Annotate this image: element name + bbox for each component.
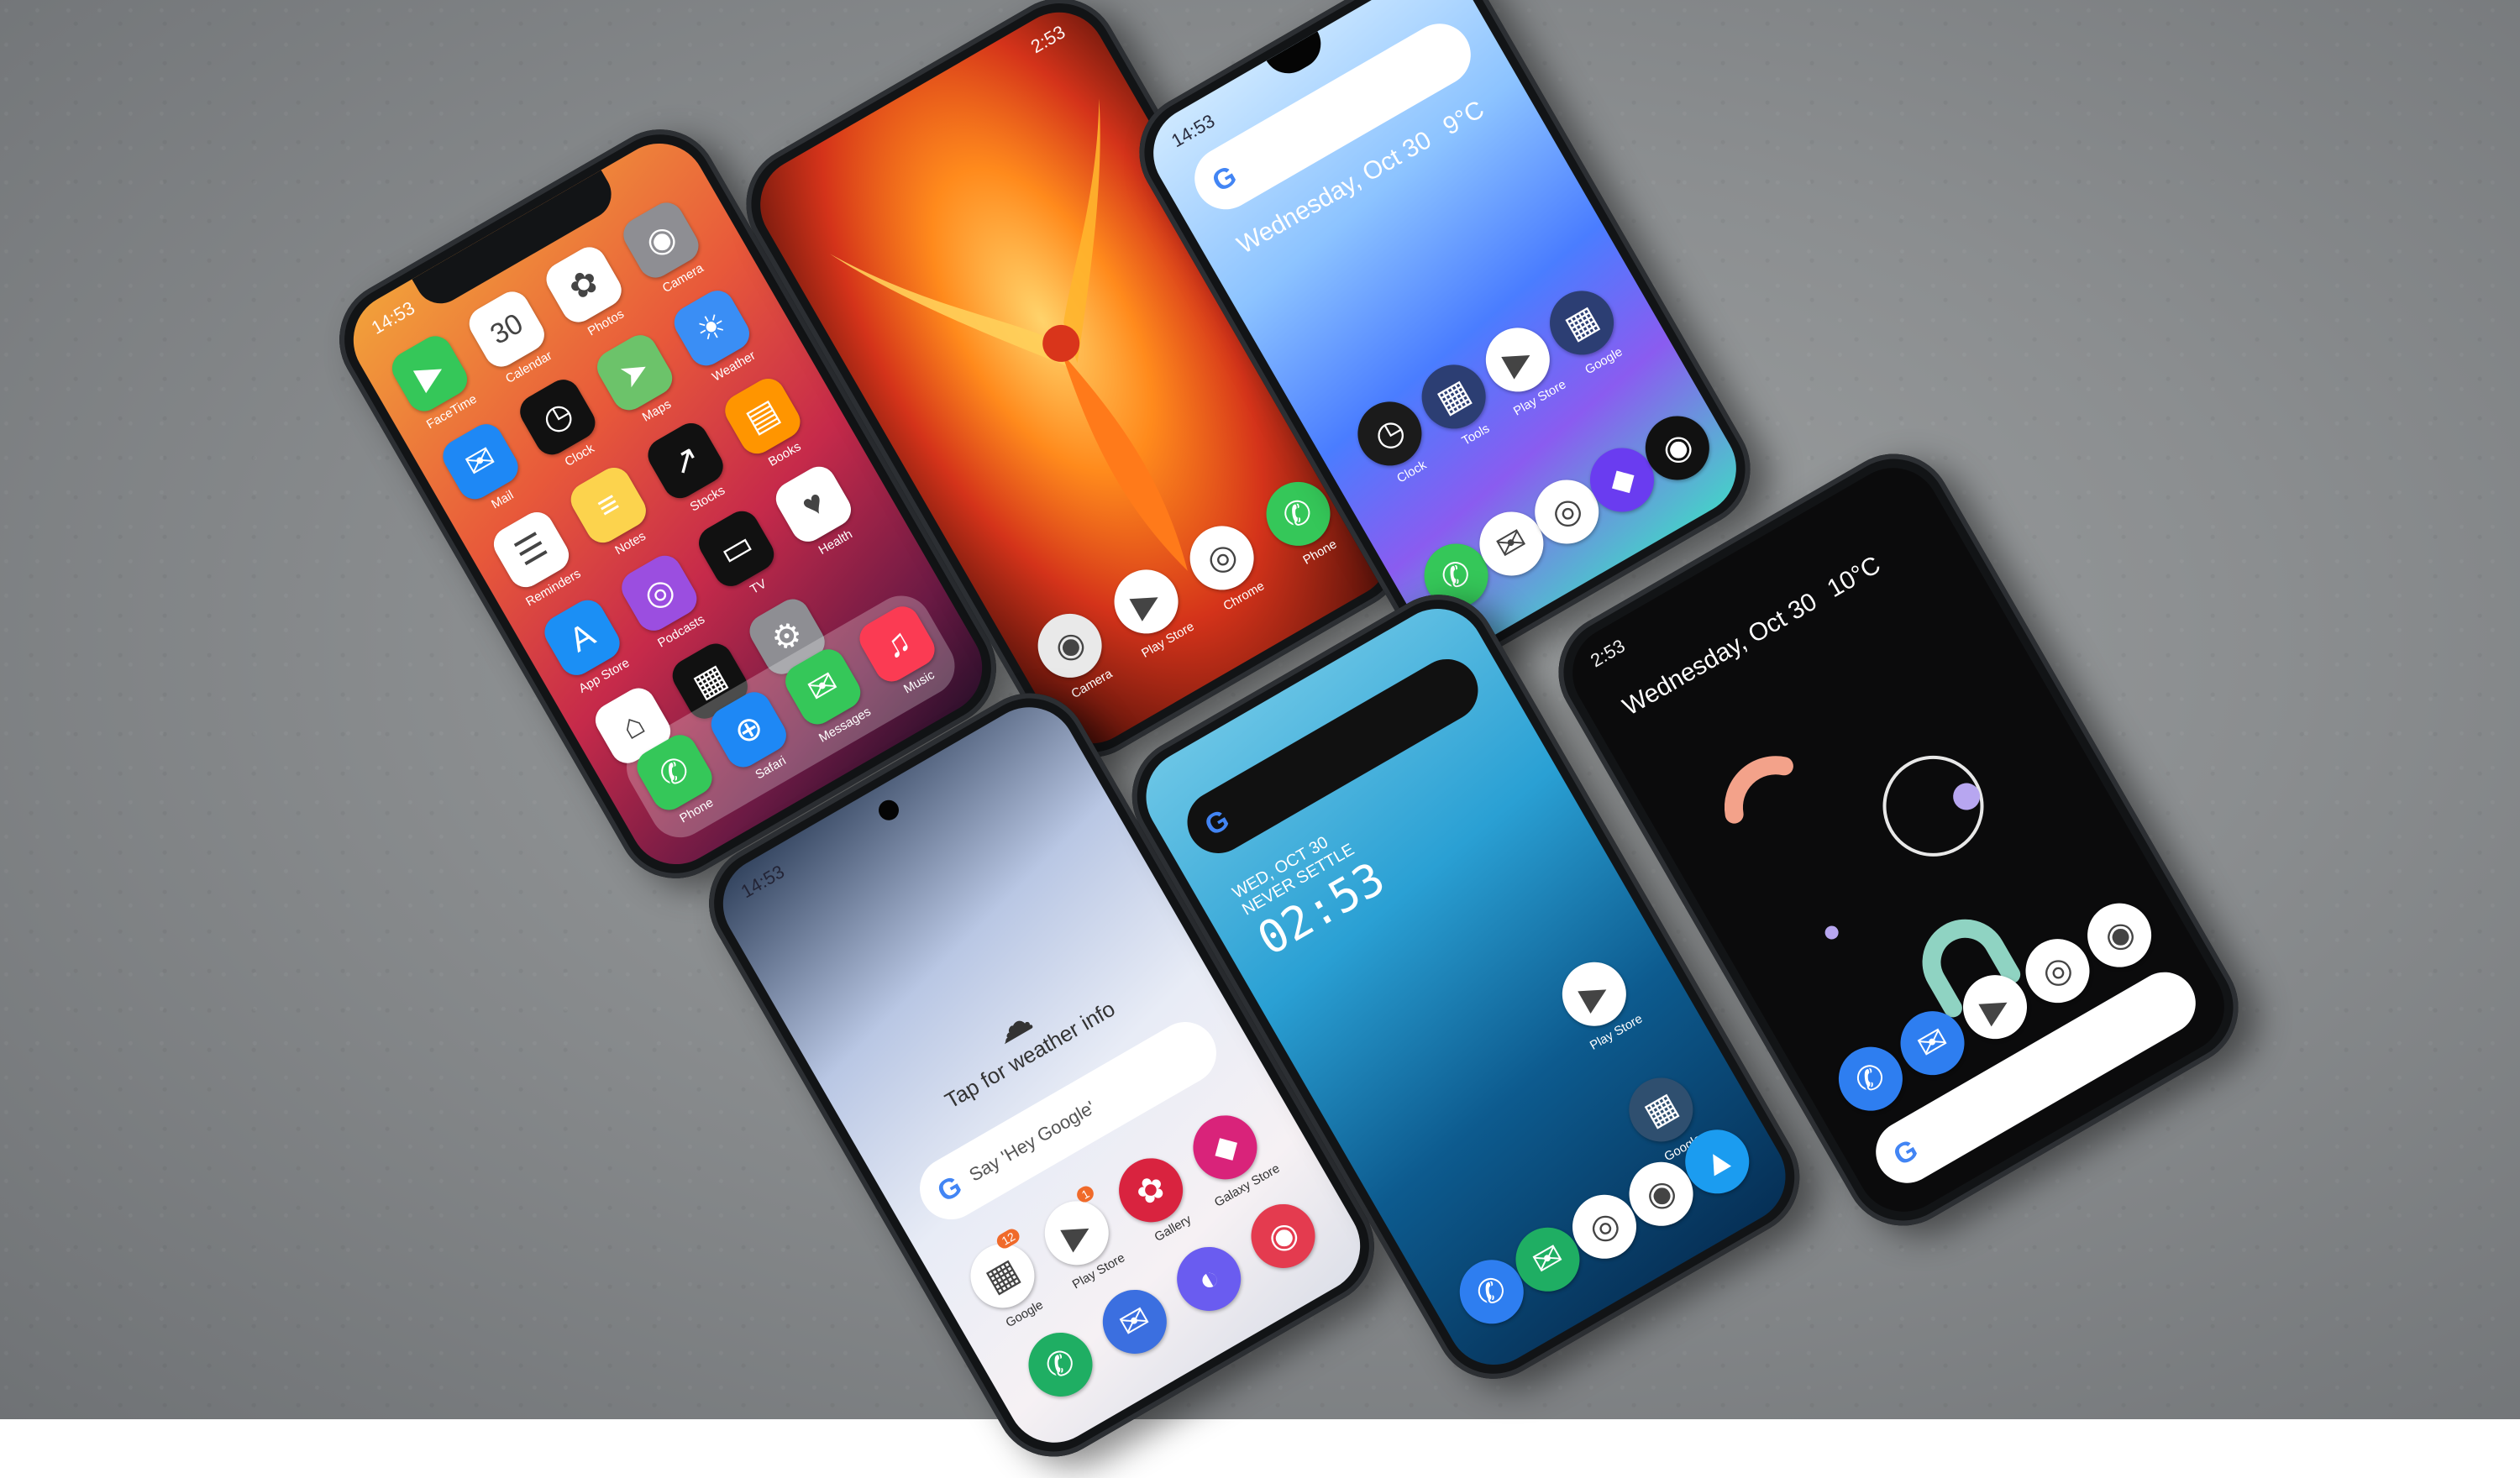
camera-icon: ◉ bbox=[1239, 1192, 1327, 1280]
app-podcasts[interactable]: ◎ Podcasts bbox=[612, 547, 717, 656]
google-icon: G bbox=[1887, 1133, 1924, 1172]
weather-text: 9°C bbox=[1438, 95, 1489, 141]
app-weather[interactable]: ☀ Weather bbox=[664, 282, 769, 391]
app-tv[interactable]: ▭ TV bbox=[689, 502, 795, 611]
clock-widget: WED, OCT 30 NEVER SETTLE 02:53 bbox=[1230, 818, 1394, 966]
app-camera[interactable]: ◉ bbox=[1235, 1190, 1333, 1287]
app-phone[interactable]: ✆ bbox=[1012, 1318, 1110, 1415]
app-app-store[interactable]: A App Store bbox=[534, 591, 640, 700]
app-notes[interactable]: ≡ Notes bbox=[560, 459, 666, 569]
google-icon: G bbox=[932, 1169, 968, 1208]
status-time: 2:53 bbox=[1026, 21, 1069, 58]
status-time: 14:53 bbox=[737, 861, 788, 903]
status-time: 14:53 bbox=[1168, 110, 1219, 152]
phone-icon: ✆ bbox=[1016, 1321, 1105, 1408]
status-time: 14:53 bbox=[367, 296, 418, 338]
app-reminders[interactable]: ☰ Reminders bbox=[483, 504, 589, 613]
app-mail[interactable]: ✉ Mail bbox=[433, 416, 538, 525]
app-clock[interactable]: ◷ Clock bbox=[510, 371, 616, 480]
search-hint: Say 'Hey Google' bbox=[965, 1096, 1099, 1186]
app-facetime[interactable]: ▶ FaceTime bbox=[381, 328, 487, 437]
app-maps[interactable]: ➤ Maps bbox=[587, 327, 693, 436]
app-messages[interactable]: ✉ bbox=[1087, 1276, 1185, 1372]
app-calendar[interactable]: 30 Calendar bbox=[459, 283, 564, 392]
app-play-store[interactable]: ▶ Play Store bbox=[1546, 948, 1652, 1057]
internet-icon: ◐ bbox=[1165, 1235, 1253, 1323]
app-books[interactable]: ▤ Books bbox=[715, 370, 821, 480]
app-photos[interactable]: ✿ Photos bbox=[536, 238, 642, 348]
app-camera[interactable]: ◉ Camera bbox=[613, 194, 719, 303]
app-internet[interactable]: ◐ bbox=[1161, 1233, 1259, 1329]
app-health[interactable]: ♥ Health bbox=[765, 458, 871, 567]
status-time: 2:53 bbox=[1587, 635, 1629, 672]
google-icon: G bbox=[1199, 803, 1235, 842]
google-icon: G bbox=[1206, 159, 1242, 198]
app-stocks[interactable]: ↗ Stocks bbox=[638, 415, 743, 524]
messages-icon: ✉ bbox=[1090, 1278, 1179, 1365]
